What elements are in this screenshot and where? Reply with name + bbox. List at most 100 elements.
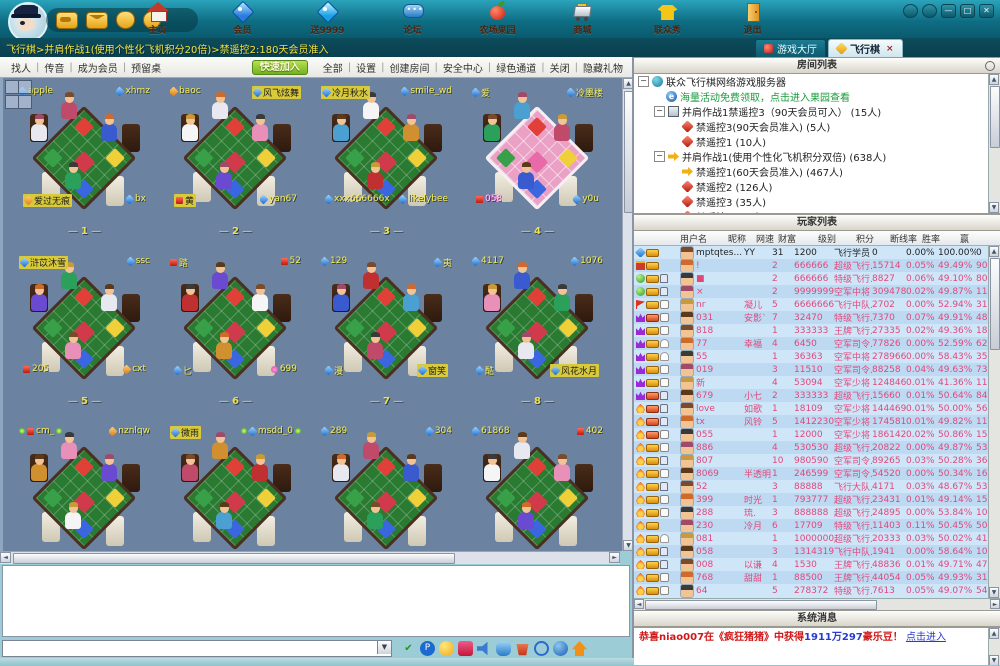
scrollbar-thumb[interactable] xyxy=(990,258,1000,350)
player-row[interactable]: 05831314319飞行中队...19410.00%58.64%1021 xyxy=(634,545,1000,558)
tree-scrollbar[interactable]: ▲ ▼ xyxy=(988,74,1000,213)
player-list-scrollbar[interactable]: ▲ ▼ xyxy=(988,246,1000,598)
tab-close-icon[interactable]: × xyxy=(886,44,894,54)
player-row[interactable]: 55136363空军中将2789660.00%58.43%35306 xyxy=(634,350,1000,363)
game-table-12[interactable]: 61868402— 12 — xyxy=(462,420,613,551)
column-header-赢[interactable]: 赢 xyxy=(960,232,994,245)
scroll-left-arrow[interactable]: ◄ xyxy=(634,599,644,609)
target-icon[interactable] xyxy=(534,641,549,656)
game-table-6[interactable]: 踏52匕699— 6 — xyxy=(160,250,311,420)
chat-dropdown-arrow[interactable]: ▼ xyxy=(377,641,391,654)
toolbar-link-隐藏礼物[interactable]: 隐藏礼物 xyxy=(578,60,628,75)
scrollbar-thumb[interactable] xyxy=(990,86,1000,148)
room-tree-item[interactable]: 禁遥控1(60天会员准入) (467人) xyxy=(634,164,1000,179)
chat-log[interactable] xyxy=(2,565,630,637)
chat-input[interactable]: ▼ xyxy=(2,640,392,657)
player-row[interactable]: 52388888飞行大队...41710.03%48.67%5310 xyxy=(634,480,1000,493)
player-row[interactable]: nr凝儿56666666飞行中队...27020.00%52.94%3197 xyxy=(634,298,1000,311)
opt1-button[interactable] xyxy=(903,4,918,18)
player-row[interactable]: !2666666超级飞行...157140.05%49.49%9081 xyxy=(634,259,1000,272)
nav-item-farm[interactable]: 农场果园 xyxy=(455,0,540,38)
room-tree-item[interactable]: −联众飞行棋网络游戏服务器 xyxy=(634,74,1000,89)
nav-item-gift-gem[interactable]: 送9999 xyxy=(285,0,370,38)
player-row[interactable]: 019311510空军司令...882580.04%49.63%73029 xyxy=(634,363,1000,376)
player-row[interactable]: 399时光1793777超级飞行...234310.01%49.14%15204 xyxy=(634,493,1000,506)
globe-icon[interactable] xyxy=(553,641,568,656)
player-row[interactable]: 新453094空军少将1248460.01%41.36%11588 xyxy=(634,376,1000,389)
player-row[interactable]: 768甜甜188500王牌飞行...440540.05%49.93%31923 xyxy=(634,571,1000,584)
nav-item-forum[interactable]: •••论坛 xyxy=(370,0,455,38)
game-table-10[interactable]: 微雨msdd_0— 10 — xyxy=(160,420,311,551)
tree-expander-icon[interactable]: − xyxy=(654,151,665,162)
close-button[interactable]: ✕ xyxy=(979,4,994,18)
tree-expander-icon[interactable]: − xyxy=(654,106,665,117)
game-table-11[interactable]: 289304— 11 — xyxy=(311,420,462,551)
game-table-3[interactable]: 冷月秋水smile_wdxxx666666xlikelybee— 3 — xyxy=(311,80,462,250)
toolbar-link-全部[interactable]: 全部 xyxy=(318,60,348,75)
room-tree-item[interactable]: −并肩作战1(使用个性化飞机积分双倍) (638人) xyxy=(634,149,1000,164)
scroll-down-arrow[interactable]: ▼ xyxy=(989,655,999,665)
player-row[interactable]: ×29999999空军中将3094780.02%49.87%114082 xyxy=(634,285,1000,298)
user-avatar[interactable] xyxy=(8,2,48,42)
scroll-up-arrow[interactable]: ▲ xyxy=(989,246,999,257)
player-list-horizontal-scrollbar[interactable]: ◄ ► xyxy=(634,598,1000,610)
player-row[interactable]: 230冷月617709特级飞行...114030.11%50.45%5001 xyxy=(634,519,1000,532)
player-row[interactable]: 08111000000超级飞行...203330.03%50.02%41758 xyxy=(634,532,1000,545)
scroll-down-arrow[interactable]: ▼ xyxy=(989,202,999,213)
view-toggle-button[interactable] xyxy=(18,80,32,94)
room-tree-item[interactable]: −并肩作战1禁遥控3（90天会员可入） (15人) xyxy=(634,104,1000,119)
view-toggle-button[interactable] xyxy=(5,80,19,94)
room-tree-item[interactable]: 禁遥控1 (10人) xyxy=(634,134,1000,149)
info-icon[interactable]: P xyxy=(420,641,435,656)
nav-item-exit[interactable]: 退出 xyxy=(710,0,795,38)
room-tree-item[interactable]: 禁遥控2 (126人) xyxy=(634,179,1000,194)
player-row[interactable]: love如歌118109空军少将1444690.01%50.00%56281 xyxy=(634,402,1000,415)
scroll-right-arrow[interactable]: ► xyxy=(609,552,620,563)
opt2-button[interactable] xyxy=(922,4,937,18)
view-toggle-button[interactable] xyxy=(5,95,19,109)
tab-游戏大厅[interactable]: 游戏大厅 xyxy=(755,39,826,57)
scroll-down-arrow[interactable]: ▼ xyxy=(989,587,999,598)
player-row[interactable]: 8069半透明1246599空军司令...545200.00%50.34%160… xyxy=(634,467,1000,480)
game-table-5[interactable]: 浒苡沐雪ssc205cxt— 5 — xyxy=(9,250,160,420)
toolbar-link-预留桌[interactable]: 预留桌 xyxy=(126,60,166,75)
scroll-up-arrow[interactable]: ▲ xyxy=(989,628,999,639)
room-tree-item[interactable]: 禁遥控3(90天会员准入) (5人) xyxy=(634,119,1000,134)
nav-item-home[interactable]: 主页 xyxy=(115,0,200,38)
player-row[interactable]: 77幸福46450空军司令...778260.00%52.59%62809 xyxy=(634,337,1000,350)
room-tree-item[interactable]: 禁遥控3 (35人) xyxy=(634,194,1000,209)
player-row[interactable]: 679小七2333333超级飞行...156600.01%50.64%8472 xyxy=(634,389,1000,402)
game-horizontal-scrollbar[interactable]: ◄ ► xyxy=(0,551,620,564)
tab-飞行棋[interactable]: 飞行棋× xyxy=(828,39,903,57)
column-header-用户名[interactable]: 用户名 xyxy=(680,232,728,245)
player-row[interactable]: 8181333333王牌飞行...273350.02%49.36%18290 xyxy=(634,324,1000,337)
room-tree-item[interactable]: e海量活动免费领取，点击进入果园查看 xyxy=(634,89,1000,104)
player-row[interactable]: 288琉.3888888超级飞行...248950.00%53.84%10121 xyxy=(634,506,1000,519)
minimize-button[interactable]: — xyxy=(941,4,956,18)
check-icon[interactable]: ✔ xyxy=(401,641,416,656)
player-row[interactable]: mptqtes...YY311200飞行学员00.00%100.00%0 xyxy=(634,246,1000,259)
player-row[interactable]: 031安影`732470特级飞行...73700.07%49.91%4871 xyxy=(634,311,1000,324)
quick-join-button[interactable]: 快速加入 xyxy=(252,60,308,75)
coin-icon[interactable] xyxy=(56,12,78,29)
player-row[interactable]: 055112000空军少将1861420.02%50.86%158096 xyxy=(634,428,1000,441)
toolbar-link-关闭[interactable]: 关闭 xyxy=(545,60,575,75)
nav-item-member-gem[interactable]: 会员 xyxy=(200,0,285,38)
toolbar-link-创建房间[interactable]: 创建房间 xyxy=(385,60,435,75)
player-row[interactable]: 80710980590空军司令...892650.03%50.28%36841 xyxy=(634,454,1000,467)
toolbar-link-安全中心[interactable]: 安全中心 xyxy=(438,60,488,75)
toolbar-link-绿色通道[interactable]: 绿色通道 xyxy=(491,60,541,75)
toolbar-link-找人[interactable]: 找人 xyxy=(6,60,36,75)
player-row[interactable]: 008以谦41530王牌飞行...488360.01%49.71%47003 xyxy=(634,558,1000,571)
scroll-right-arrow[interactable]: ► xyxy=(990,599,1000,609)
column-header-级别[interactable]: 级别 xyxy=(818,232,856,245)
view-toggle-button[interactable] xyxy=(18,95,32,109)
nav-item-show[interactable]: 联众秀 xyxy=(625,0,710,38)
enter-game-link[interactable]: 点击进入 xyxy=(906,632,946,643)
column-header-胜率[interactable]: 胜率 xyxy=(922,232,960,245)
scroll-up-arrow[interactable]: ▲ xyxy=(989,74,999,85)
game-table-9[interactable]: cm_nznlqw— 9 — xyxy=(9,420,160,551)
gift-icon[interactable] xyxy=(458,641,473,656)
scrollbar-thumb[interactable] xyxy=(645,600,877,610)
player-row[interactable]: 645278372特级飞行...76130.05%49.07%5424 xyxy=(634,584,1000,597)
